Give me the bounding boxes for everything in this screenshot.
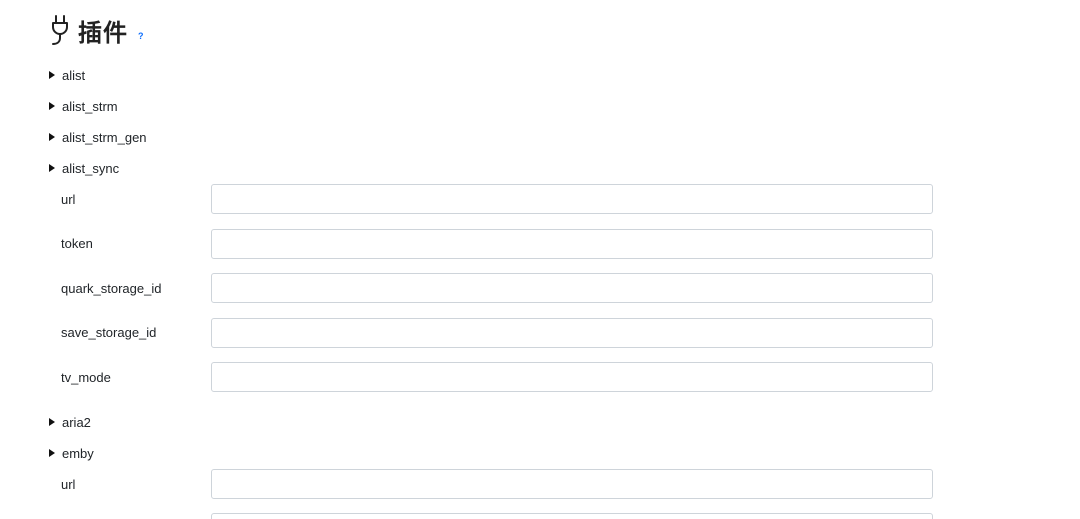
plugin-toggle-alist-sync[interactable]: alist_sync [49, 158, 119, 178]
field-label-url: url [61, 477, 76, 492]
page-title: 插件 [78, 18, 128, 47]
field-label-save-storage-id: save_storage_id [61, 325, 157, 340]
caret-right-icon [49, 418, 55, 426]
plugin-name: emby [62, 445, 94, 461]
emby-next-input[interactable] [211, 513, 933, 519]
help-link[interactable]: ? [138, 31, 144, 41]
emby-url-input[interactable] [211, 469, 933, 499]
plugin-toggle-alist-strm-gen[interactable]: alist_strm_gen [49, 127, 147, 147]
alist-sync-save-storage-id-input[interactable] [211, 318, 933, 348]
plugin-name: alist_strm [62, 98, 118, 114]
alist-sync-token-input[interactable] [211, 229, 933, 259]
field-label-token: token [61, 236, 93, 251]
plugin-name: alist_strm_gen [62, 129, 147, 145]
alist-sync-url-input[interactable] [211, 184, 933, 214]
plugin-toggle-aria2[interactable]: aria2 [49, 412, 91, 432]
plugin-toggle-alist[interactable]: alist [49, 65, 85, 85]
caret-right-icon [49, 449, 55, 457]
alist-sync-quark-storage-id-input[interactable] [211, 273, 933, 303]
caret-right-icon [49, 71, 55, 79]
plugin-toggle-emby[interactable]: emby [49, 443, 94, 463]
plugin-name: aria2 [62, 414, 91, 430]
plug-icon [52, 15, 68, 45]
plugins-page: 插件 ? alist alist_strm alist_strm_gen ali… [0, 0, 1080, 519]
field-label-url: url [61, 192, 76, 207]
field-label-quark-storage-id: quark_storage_id [61, 281, 162, 296]
plugin-name: alist_sync [62, 160, 120, 176]
caret-right-icon [49, 133, 55, 141]
field-label-tv-mode: tv_mode [61, 370, 111, 385]
caret-right-icon [49, 164, 55, 172]
alist-sync-tv-mode-input[interactable] [211, 362, 933, 392]
caret-right-icon [49, 102, 55, 110]
plugin-toggle-alist-strm[interactable]: alist_strm [49, 96, 118, 116]
page-header: 插件 ? [48, 10, 144, 50]
plugin-name: alist [62, 67, 86, 83]
